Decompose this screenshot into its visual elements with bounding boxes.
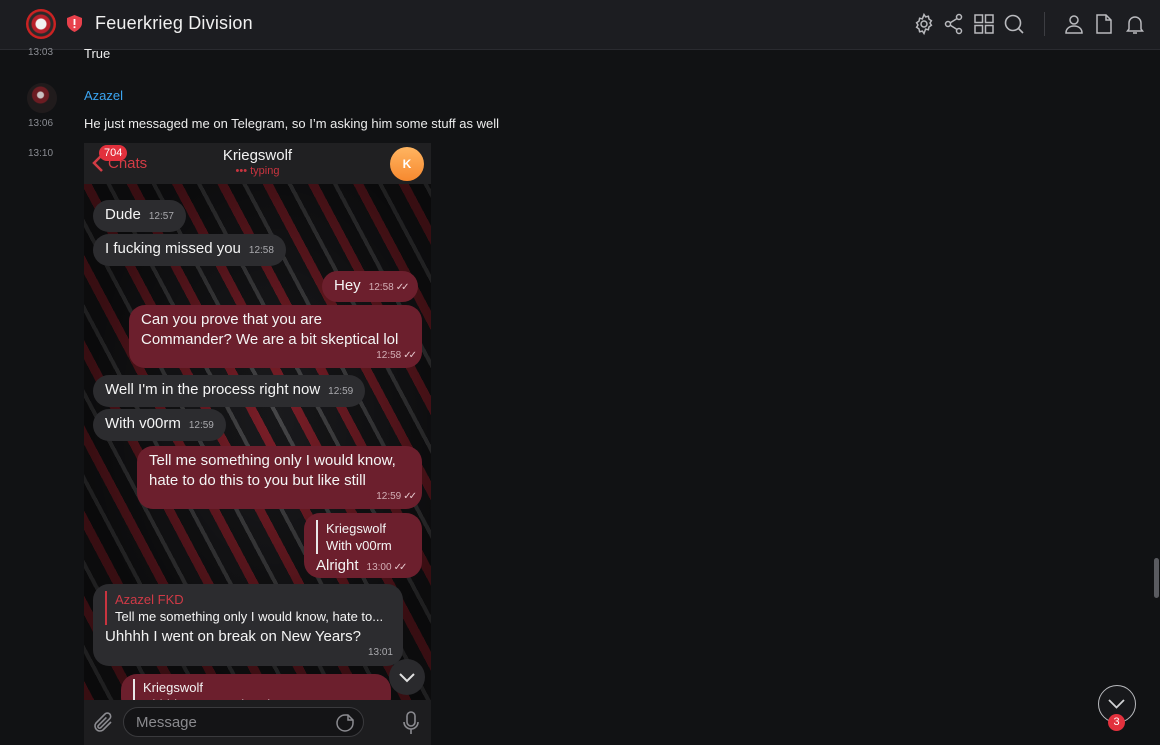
telegram-header: Chats 704 Kriegswolf ••• typing K (84, 143, 431, 184)
message-input-bar: Message (84, 700, 431, 745)
reply-quote: Azazel FKD Tell me something only I woul… (105, 591, 391, 625)
chat-bubble-out: Kriegswolf With v00rm Alright 13:00 ✓✓ (304, 513, 422, 578)
paperclip-icon[interactable] (93, 711, 115, 735)
avatar[interactable] (27, 83, 57, 113)
reply-quote: Kriegswolf With v00rm (316, 520, 410, 554)
chat-bubble-out: Can you prove that you are Commander? We… (129, 305, 422, 368)
server-logo[interactable] (26, 9, 56, 39)
chat-bubble-in: Dude 12:57 (93, 200, 186, 232)
settings-icon[interactable] (912, 12, 936, 36)
shield-icon (67, 15, 82, 32)
search-icon[interactable] (1002, 12, 1026, 36)
message-timestamp: 13:03 (28, 47, 54, 58)
chat-bubble-in: Well I'm in the process right now 12:59 (93, 375, 366, 407)
contact-avatar: K (390, 147, 424, 181)
scrollbar-thumb[interactable] (1154, 558, 1159, 598)
message-input[interactable]: Message (123, 707, 364, 737)
file-icon[interactable] (1092, 12, 1116, 36)
message-text: He just messaged me on Telegram, so I’m … (84, 116, 499, 131)
chat-background: Dude 12:57 I fucking missed you 12:58 Hey 1… (84, 184, 431, 714)
chevron-down-icon (399, 673, 415, 683)
grid-icon[interactable] (972, 12, 996, 36)
message-author[interactable]: Azazel (84, 88, 123, 103)
microphone-icon[interactable] (402, 710, 420, 736)
chat-bubble-out: Tell me something only I would know, hat… (137, 446, 422, 509)
message-placeholder: Message (136, 714, 197, 731)
header-divider (1044, 12, 1045, 36)
profile-icon[interactable] (1062, 12, 1086, 36)
contact-name: Kriegswolf (222, 147, 293, 164)
typing-status: ••• typing (235, 165, 280, 177)
scroll-down-button[interactable] (389, 659, 425, 695)
new-messages-badge: 3 (1108, 714, 1125, 731)
message-timestamp: 13:10 (28, 148, 54, 159)
message-text: True (84, 46, 111, 61)
bell-icon[interactable] (1123, 12, 1147, 36)
attached-screenshot[interactable]: Chats 704 Kriegswolf ••• typing K Dude 12… (84, 143, 431, 745)
message-timestamp: 13:06 (28, 118, 54, 129)
server-title: Feuerkrieg Division (95, 13, 253, 33)
sticker-icon[interactable] (335, 713, 355, 733)
channel-header: Feuerkrieg Division (0, 0, 1160, 50)
chat-bubble-out: Hey 12:58 ✓✓ (322, 271, 419, 302)
chat-bubble-in: I fucking missed you 12:58 (93, 234, 286, 266)
chat-bubble-in: Azazel FKD Tell me something only I woul… (93, 584, 403, 666)
chat-bubble-in: With v00rm 12:59 (93, 409, 226, 441)
share-icon[interactable] (942, 12, 966, 36)
